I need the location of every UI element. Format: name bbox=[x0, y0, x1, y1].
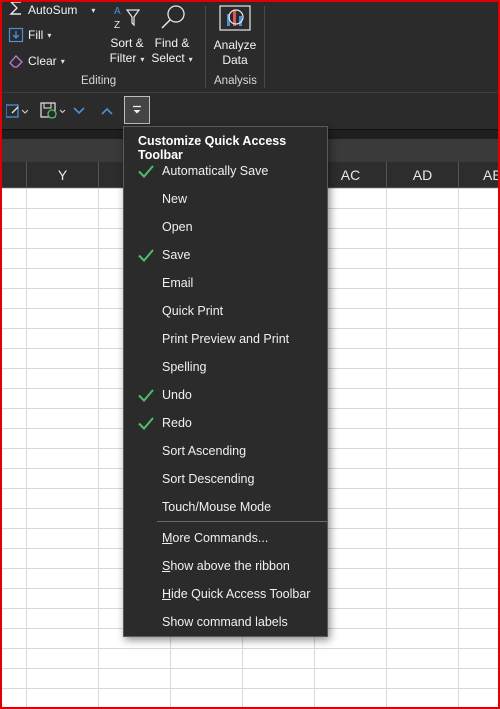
menu-item-open[interactable]: Open bbox=[124, 213, 327, 241]
form-button[interactable] bbox=[2, 101, 32, 121]
group-label-analysis: Analysis bbox=[214, 75, 257, 87]
analyze-data-label-1: Analyze bbox=[213, 38, 257, 52]
menu-item-email[interactable]: Email bbox=[124, 269, 327, 297]
column-header-ad[interactable]: AD bbox=[387, 162, 459, 188]
window-frame: AutoSum ▾ Fill ▾ Clear ▾ AZ Sort & Filte… bbox=[0, 0, 500, 709]
chevron-down-icon: ▾ bbox=[91, 5, 96, 15]
menu-item-spelling[interactable]: Spelling bbox=[124, 353, 327, 381]
customize-dropdown-icon bbox=[133, 105, 141, 114]
column-header-ae[interactable]: AE bbox=[459, 162, 498, 188]
menu-item-label: Spelling bbox=[162, 360, 207, 374]
chevron-down-icon: ▾ bbox=[60, 56, 65, 66]
menu-item-hide-qat[interactable]: Hide Quick Access Toolbar bbox=[124, 580, 327, 608]
menu-item-redo[interactable]: Redo bbox=[124, 409, 327, 437]
find-select-label-2: Select bbox=[151, 51, 185, 65]
menu-item-label: Show command labels bbox=[162, 615, 288, 629]
save-as-button[interactable] bbox=[38, 101, 68, 121]
sort-filter-label-1: Sort & bbox=[110, 36, 144, 50]
save-refresh-icon bbox=[40, 102, 66, 119]
menu-item-save[interactable]: Save bbox=[124, 241, 327, 269]
svg-text:Z: Z bbox=[114, 20, 120, 31]
chevron-down-icon: ▾ bbox=[188, 55, 193, 64]
menu-item-more-commands[interactable]: More Commands... bbox=[124, 524, 327, 552]
checkmark-icon bbox=[138, 249, 154, 262]
group-label-editing: Editing bbox=[81, 75, 117, 87]
menu-separator bbox=[157, 521, 327, 522]
fill-down-icon bbox=[8, 27, 24, 43]
group-separator bbox=[264, 6, 265, 88]
find-select-label-1: Find & bbox=[154, 36, 190, 50]
customize-qat-button[interactable] bbox=[124, 96, 150, 124]
sort-filter-button[interactable]: AZ Sort & Filter ▾ bbox=[106, 4, 148, 67]
menu-item-label: Save bbox=[162, 248, 191, 262]
find-select-button[interactable]: Find & Select ▾ bbox=[150, 4, 194, 67]
checkmark-icon bbox=[138, 165, 154, 178]
fill-button[interactable]: Fill ▾ bbox=[8, 26, 51, 44]
menu-item-sort-descending[interactable]: Sort Descending bbox=[124, 465, 327, 493]
clear-button[interactable]: Clear ▾ bbox=[8, 52, 65, 70]
menu-item-label: Sort Ascending bbox=[162, 444, 247, 458]
menu-item-show-above-ribbon[interactable]: Show above the ribbon bbox=[124, 552, 327, 580]
menu-item-undo[interactable]: Undo bbox=[124, 381, 327, 409]
checkmark-icon bbox=[138, 417, 154, 430]
clear-label: Clear bbox=[28, 54, 57, 68]
column-header-y[interactable]: Y bbox=[27, 162, 99, 188]
qat-chevron-down[interactable] bbox=[70, 101, 88, 121]
menu-item-label: Undo bbox=[162, 388, 192, 402]
menu-item-label: Print Preview and Print bbox=[162, 332, 290, 346]
magnifier-icon bbox=[161, 5, 185, 29]
ribbon: AutoSum ▾ Fill ▾ Clear ▾ AZ Sort & Filte… bbox=[2, 2, 498, 93]
menu-item-quick-print[interactable]: Quick Print bbox=[124, 297, 327, 325]
menu-item-label: Quick Print bbox=[162, 304, 224, 318]
menu-item-automatically-save[interactable]: Automatically Save bbox=[124, 157, 327, 185]
autosum-label: AutoSum bbox=[28, 3, 78, 17]
menu-item-new[interactable]: New bbox=[124, 185, 327, 213]
menu-item-touch-mouse-mode[interactable]: Touch/Mouse Mode bbox=[124, 493, 327, 521]
chevron-up-icon bbox=[101, 107, 113, 115]
column-header[interactable] bbox=[2, 162, 27, 188]
sort-filter-label-2: Filter bbox=[109, 51, 137, 65]
sum-icon bbox=[9, 2, 21, 15]
menu-item-label: Sort Descending bbox=[162, 472, 255, 486]
svg-text:A: A bbox=[114, 6, 121, 17]
chevron-down-icon: ▾ bbox=[47, 30, 52, 40]
customize-qat-menu: Customize Quick Access Toolbar Automatic… bbox=[123, 126, 328, 637]
menu-item-label: New bbox=[162, 192, 188, 206]
fill-label: Fill bbox=[28, 28, 44, 42]
eraser-icon bbox=[9, 55, 23, 68]
group-separator bbox=[205, 6, 206, 88]
qat-chevron-up[interactable] bbox=[98, 101, 116, 121]
menu-item-print-preview[interactable]: Print Preview and Print bbox=[124, 325, 327, 353]
menu-item-label: Hide Quick Access Toolbar bbox=[162, 587, 311, 601]
analyze-data-button[interactable]: Analyze Data bbox=[210, 4, 260, 68]
sort-filter-icon: AZ bbox=[114, 6, 141, 31]
menu-item-label: Redo bbox=[162, 416, 192, 430]
menu-item-show-command-labels[interactable]: Show command labels bbox=[124, 608, 327, 636]
quick-access-toolbar bbox=[2, 93, 498, 129]
menu-item-label: Automatically Save bbox=[162, 164, 269, 178]
chevron-down-icon bbox=[73, 107, 85, 115]
menu-item-label: Show above the ribbon bbox=[162, 559, 290, 573]
analyze-data-icon bbox=[219, 5, 251, 31]
menu-item-sort-ascending[interactable]: Sort Ascending bbox=[124, 437, 327, 465]
menu-item-label: More Commands... bbox=[162, 531, 269, 545]
analyze-data-label-2: Data bbox=[222, 53, 248, 67]
menu-item-label: Open bbox=[162, 220, 193, 234]
form-icon bbox=[6, 104, 28, 118]
menu-item-label: Touch/Mouse Mode bbox=[162, 500, 272, 514]
chevron-down-icon: ▾ bbox=[140, 55, 145, 64]
autosum-button[interactable]: AutoSum ▾ bbox=[8, 2, 95, 18]
menu-item-label: Email bbox=[162, 276, 194, 290]
checkmark-icon bbox=[138, 389, 154, 402]
